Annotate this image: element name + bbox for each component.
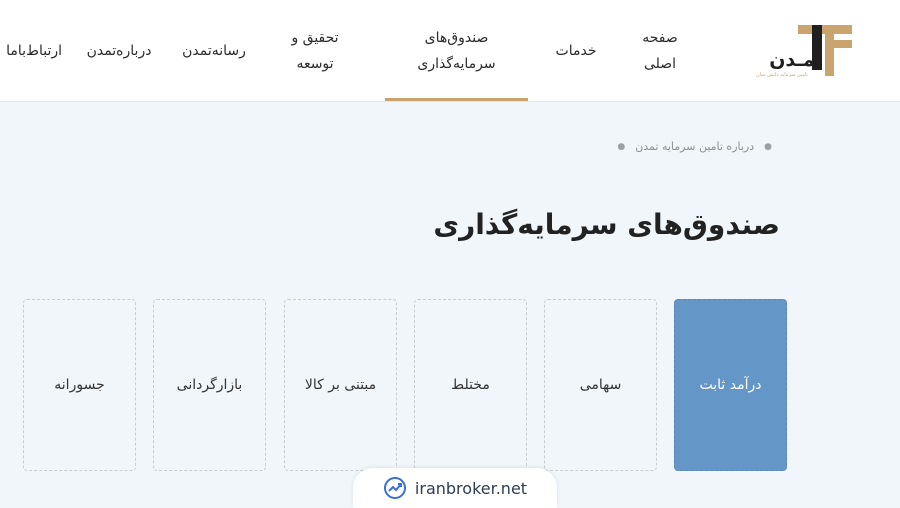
nav-label: صفحه [642, 29, 678, 46]
fund-card-commodity[interactable]: مبتنی بر کالا [284, 299, 397, 471]
nav-label: خدمات [555, 42, 597, 59]
breadcrumb: ● درباره تامین سرمایه تمدن ● [617, 140, 772, 153]
nav-label: اصلی [643, 55, 677, 72]
fund-card-market-making[interactable]: بازارگردانی [153, 299, 266, 471]
tamadon-logo[interactable]: تمـدن تامین سرمایه دانش بنیان [752, 22, 856, 82]
site-header: تمـدن تامین سرمایه دانش بنیان صفحه اصلی خ… [0, 0, 900, 102]
nav-label: ارتباط‌باما [6, 42, 62, 59]
fund-card-venture[interactable]: جسورانه [23, 299, 136, 471]
fund-card-mixed[interactable]: مختلط [414, 299, 527, 471]
breadcrumb-item[interactable]: درباره تامین سرمایه تمدن [635, 140, 754, 153]
logo-mark-icon: تمـدن تامین سرمایه دانش بنیان [756, 25, 852, 78]
logo-subtext: تامین سرمایه دانش بنیان [756, 72, 808, 78]
nav-label: توسعه [296, 55, 334, 72]
fund-card-label: بازارگردانی [176, 377, 243, 393]
nav-label: صندوق‌های [424, 29, 489, 46]
nav-label: تحقیق و [291, 29, 339, 46]
fund-card-label: سهامی [579, 377, 622, 393]
fund-card-label: درآمد ثابت [699, 377, 762, 393]
watermark-badge: iranbroker.net [353, 468, 557, 508]
nav-contact[interactable]: ارتباط‌باما [0, 0, 62, 101]
nav-about[interactable]: درباره‌تمدن [80, 0, 158, 101]
nav-investment-funds[interactable]: صندوق‌های سرمایه‌گذاری [385, 0, 528, 101]
bullet-icon: ● [617, 141, 626, 152]
nav-home[interactable]: صفحه اصلی [632, 0, 688, 101]
logo-text: تمـدن [769, 49, 823, 71]
bullet-icon: ● [764, 141, 772, 152]
nav-services[interactable]: خدمات [545, 0, 607, 101]
fund-card-fixed-income[interactable]: درآمد ثابت [674, 299, 787, 471]
chart-trend-icon [383, 477, 406, 499]
fund-card-label: مبتنی بر کالا [304, 377, 377, 393]
nav-label: سرمایه‌گذاری [417, 55, 496, 72]
fund-card-label: مختلط [451, 377, 490, 393]
fund-card-equity[interactable]: سهامی [544, 299, 657, 471]
nav-label: رسانه‌تمدن [182, 42, 246, 59]
nav-media[interactable]: رسانه‌تمدن [175, 0, 253, 101]
watermark-text: iranbroker.net [414, 478, 528, 498]
nav-research[interactable]: تحقیق و توسعه [280, 0, 350, 101]
page-title: صندوق‌های سرمایه‌گذاری [433, 208, 780, 241]
fund-card-label: جسورانه [54, 377, 105, 393]
nav-label: درباره‌تمدن [86, 42, 152, 59]
